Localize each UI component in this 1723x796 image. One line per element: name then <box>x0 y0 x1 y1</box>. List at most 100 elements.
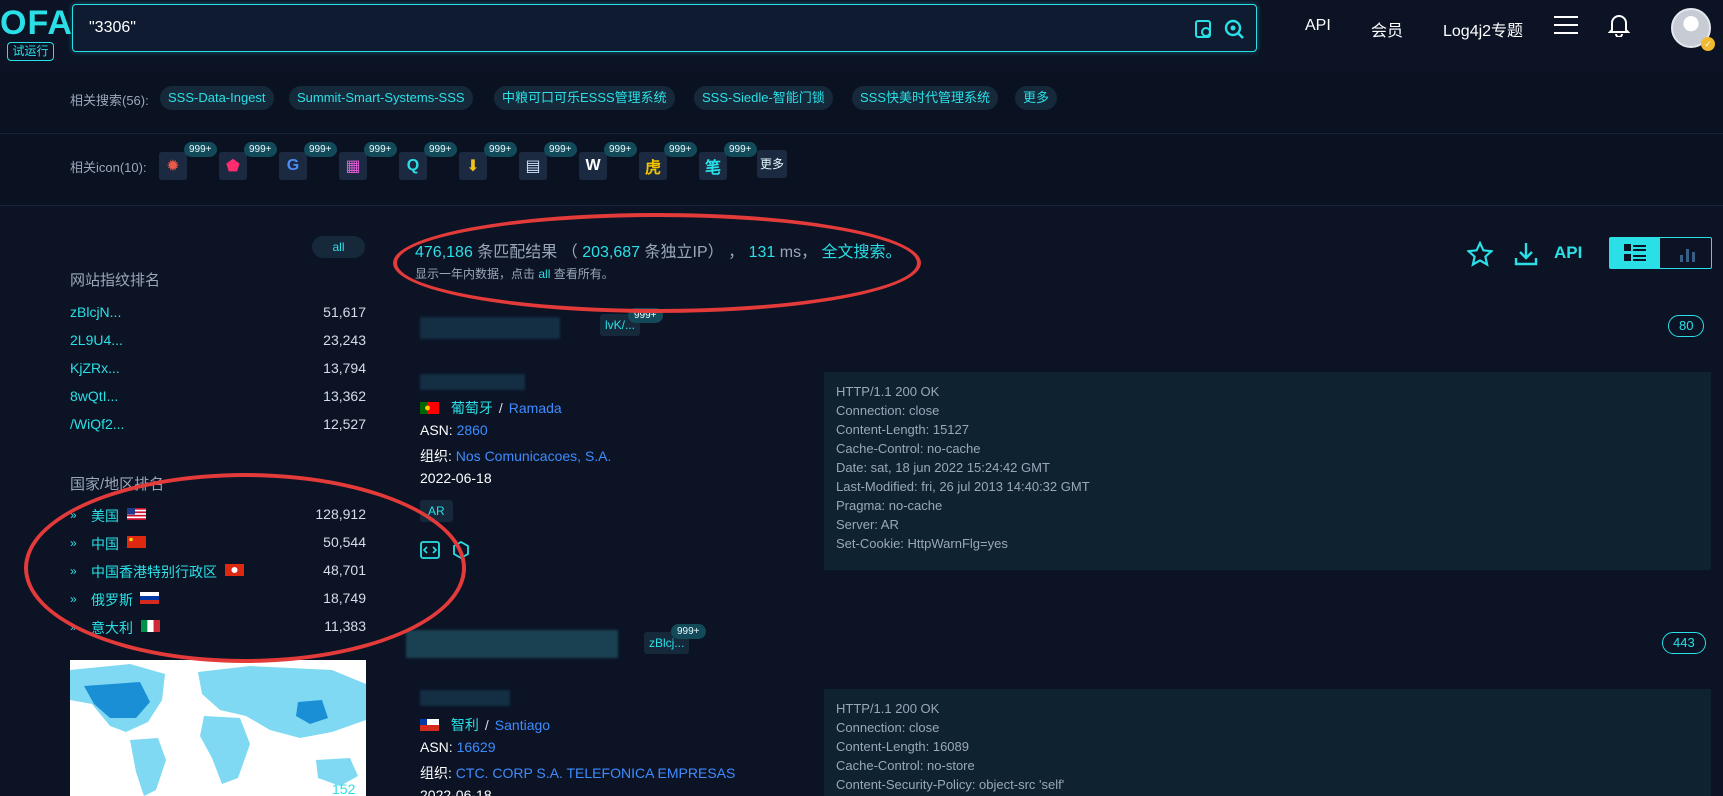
fingerprint-count: 51,617 <box>323 304 366 320</box>
http-line: Content-Length: 15127 <box>836 422 969 437</box>
download-icon[interactable]: ⬇ <box>459 152 487 180</box>
search-box[interactable]: "3306" <box>72 4 1257 52</box>
asn-link[interactable]: 2860 <box>457 422 488 438</box>
icon-count-badge: 999+ <box>724 142 757 157</box>
wordpress-icon[interactable]: W <box>579 152 607 180</box>
all-button[interactable]: all <box>312 236 365 258</box>
star-icon[interactable] <box>1467 241 1493 267</box>
asn-row: ASN: 16629 <box>420 739 496 755</box>
country-link[interactable]: 葡萄牙 <box>451 400 493 416</box>
org-label: 组织: <box>420 448 452 464</box>
related-search-chip[interactable]: Summit-Smart-Systems-SSS <box>289 86 473 110</box>
http-line: Cache-Control: no-store <box>836 758 975 773</box>
related-icon-more[interactable]: 更多 <box>757 150 787 178</box>
chile-flag-icon <box>420 719 439 731</box>
nav-membership[interactable]: 会员 <box>1371 17 1403 41</box>
port-badge[interactable]: 80 <box>1668 315 1705 337</box>
fingerprint-item[interactable]: 8wQtI... <box>70 388 118 404</box>
chart-view-icon[interactable] <box>1678 245 1698 263</box>
http-line: HTTP/1.1 200 OK <box>836 384 940 399</box>
http-line: Server: AR <box>836 517 899 532</box>
http-response-panel[interactable]: HTTP/1.1 200 OK Connection: close Conten… <box>824 689 1711 796</box>
list-view-button[interactable] <box>1610 238 1660 268</box>
org-row: 组织: CTC. CORP S.A. TELEFONICA EMPRESAS <box>420 763 735 783</box>
result-tag-count: 999+ <box>671 624 706 639</box>
http-line: Connection: close <box>836 403 940 418</box>
http-line: Content-Security-Policy: object-src 'sel… <box>836 777 1065 792</box>
portugal-flag-icon <box>420 402 439 414</box>
annotation-ellipse <box>393 213 921 313</box>
google-icon[interactable]: G <box>279 152 307 180</box>
view-toggle[interactable] <box>1609 237 1712 269</box>
fingerprint-item[interactable]: /WiQf2... <box>70 416 124 432</box>
blurred-ip[interactable] <box>420 317 560 339</box>
menu-icon[interactable] <box>1554 16 1578 36</box>
tiger-icon[interactable]: 虎 <box>639 152 667 180</box>
fingerprint-item[interactable]: 2L9U4... <box>70 332 123 348</box>
location-row: 葡萄牙 / Ramada <box>420 398 562 418</box>
nav-log4j2[interactable]: Log4j2专题 <box>1443 17 1523 41</box>
http-response-panel[interactable]: HTTP/1.1 200 OK Connection: close Conten… <box>824 372 1711 570</box>
http-line: Content-Length: 16089 <box>836 739 969 754</box>
icon-count-badge: 999+ <box>244 142 277 157</box>
document-icon[interactable]: ▤ <box>519 152 547 180</box>
org-link[interactable]: Nos Comunicacoes, S.A. <box>456 448 612 464</box>
api-link[interactable]: API <box>1554 243 1582 263</box>
blurred-host[interactable] <box>420 374 525 390</box>
fingerprint-item[interactable]: KjZRx... <box>70 360 120 376</box>
trial-badge: 试运行 <box>7 42 54 61</box>
map-count-label: 152 <box>332 781 356 796</box>
list-view-icon <box>1624 244 1646 261</box>
org-row: 组织: Nos Comunicacoes, S.A. <box>420 446 611 466</box>
nav-api[interactable]: API <box>1305 17 1331 35</box>
related-search-label: 相关搜索(56): <box>70 93 149 108</box>
icon-search-icon[interactable] <box>1193 18 1215 40</box>
annotation-ellipse <box>24 473 466 663</box>
download-icon[interactable] <box>1513 241 1539 267</box>
http-line: Date: sat, 18 jun 2022 15:24:42 GMT <box>836 460 1050 475</box>
icon-count-badge: 999+ <box>184 142 217 157</box>
port-badge[interactable]: 443 <box>1662 632 1706 654</box>
fingerprint-icon[interactable]: ✹ <box>159 152 187 180</box>
http-line: Connection: close <box>836 720 940 735</box>
world-map[interactable]: 152 <box>70 660 366 796</box>
date-text: 2022-06-18 <box>420 470 492 486</box>
fingerprint-count: 13,362 <box>323 388 366 404</box>
http-line: Cache-Control: no-cache <box>836 441 981 456</box>
city-link[interactable]: Ramada <box>509 400 562 416</box>
asn-label: ASN: <box>420 422 453 438</box>
blurred-host[interactable] <box>420 690 510 706</box>
related-search-chip[interactable]: SSS快美时代管理系统 <box>852 86 999 110</box>
asn-label: ASN: <box>420 739 453 755</box>
icon-count-badge: 999+ <box>544 142 577 157</box>
blurred-ip[interactable] <box>406 630 618 658</box>
logo[interactable]: OFA <box>0 4 73 43</box>
http-line: Set-Cookie: HttpWarnFlg=yes <box>836 536 1008 551</box>
related-icon-label: 相关icon(10): <box>70 160 147 175</box>
icon-count-badge: 999+ <box>364 142 397 157</box>
fingerprint-icon[interactable]: ⬟ <box>219 152 247 180</box>
icon-count-badge: 999+ <box>484 142 517 157</box>
fingerprint-ranking-title: 网站指纹排名 <box>70 272 161 289</box>
fingerprint-item[interactable]: zBlcjN... <box>70 304 121 320</box>
vip-badge: ✓ <box>1701 37 1715 51</box>
country-link[interactable]: 智利 <box>451 717 479 733</box>
search-input[interactable]: "3306" <box>89 19 136 37</box>
related-search-chip[interactable]: SSS-Data-Ingest <box>160 86 274 110</box>
pen-icon[interactable]: 笔 <box>699 152 727 180</box>
related-search-more[interactable]: 更多 <box>1015 86 1058 110</box>
asn-row: ASN: 2860 <box>420 422 488 438</box>
fofa-icon[interactable]: Q <box>399 152 427 180</box>
bell-icon[interactable] <box>1608 13 1630 37</box>
search-icon[interactable] <box>1223 18 1245 40</box>
location-row: 智利 / Santiago <box>420 715 550 735</box>
org-link[interactable]: CTC. CORP S.A. TELEFONICA EMPRESAS <box>456 765 736 781</box>
fingerprint-icon[interactable]: ▦ <box>339 152 367 180</box>
city-link[interactable]: Santiago <box>495 717 550 733</box>
fingerprint-count: 13,794 <box>323 360 366 376</box>
related-search-chip[interactable]: SSS-Siedle-智能门锁 <box>694 86 833 110</box>
related-search-chip[interactable]: 中粮可口可乐ESSS管理系统 <box>494 86 675 110</box>
icon-count-badge: 999+ <box>664 142 697 157</box>
http-line: Last-Modified: fri, 26 jul 2013 14:40:32… <box>836 479 1090 494</box>
asn-link[interactable]: 16629 <box>457 739 496 755</box>
